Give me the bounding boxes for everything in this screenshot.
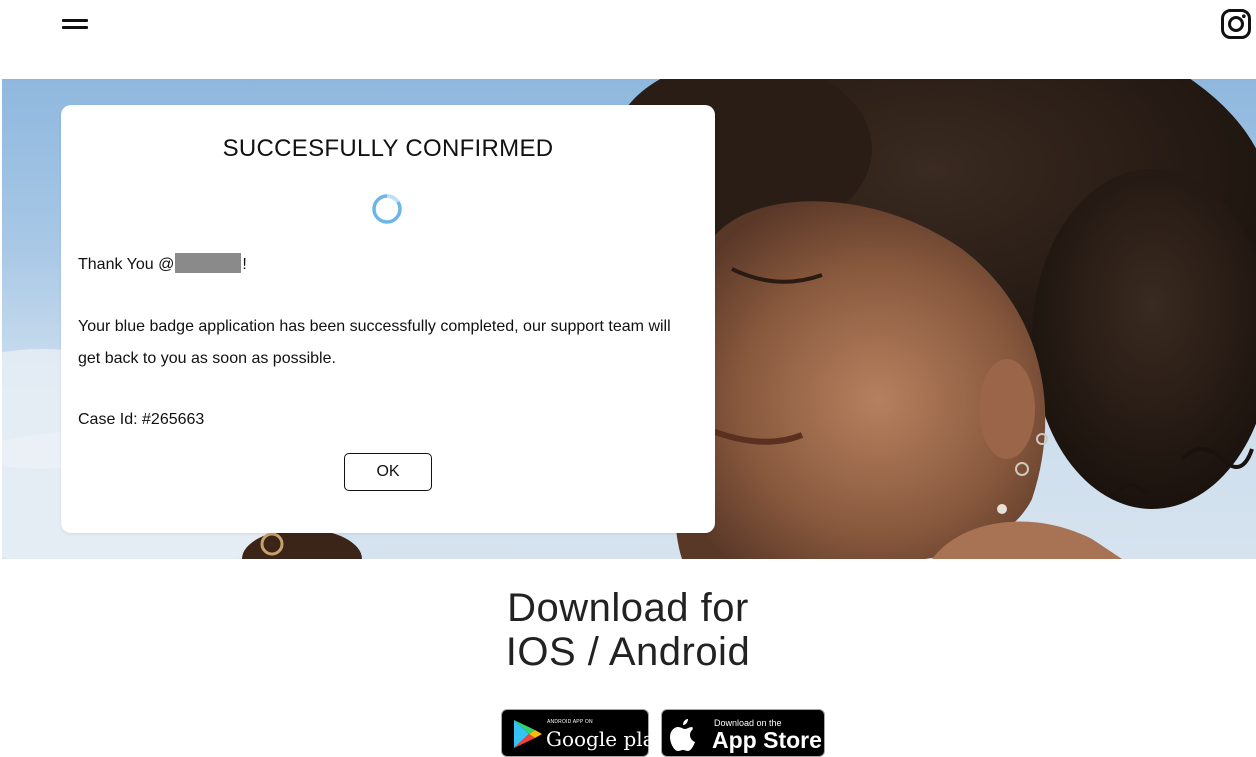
dialog-title: SUCCESFULLY CONFIRMED (222, 135, 554, 162)
thank-you-text: Thank You @! (78, 253, 247, 274)
confirmation-dialog: SUCCESFULLY CONFIRMED Thank You @! Your … (61, 105, 715, 533)
thanks-suffix: ! (242, 256, 247, 273)
google-play-small-text: ANDROID APP ON (547, 719, 593, 725)
loading-spinner-icon (371, 193, 403, 225)
instagram-icon[interactable] (1220, 8, 1252, 40)
app-store-button[interactable]: Download on the App Store (661, 709, 825, 757)
menu-bar-bottom (62, 26, 88, 29)
menu-bar-top (62, 19, 88, 22)
ok-button[interactable]: OK (344, 453, 432, 491)
download-heading: Download for IOS / Android (0, 586, 1256, 674)
app-store-big-text: App Store (712, 727, 822, 753)
hamburger-menu-icon[interactable] (62, 16, 88, 30)
google-play-big-text: Google play (546, 727, 666, 751)
google-play-button[interactable]: ANDROID APP ON Google play (501, 709, 666, 757)
thanks-prefix: Thank You @ (78, 256, 175, 273)
top-bar (0, 0, 1256, 62)
download-heading-line1: Download for (507, 586, 749, 630)
confirmation-message: Your blue badge application has been suc… (78, 318, 671, 367)
redacted-username (175, 253, 242, 273)
case-id: Case Id: #265663 (78, 411, 205, 428)
download-heading-line2: IOS / Android (505, 630, 751, 674)
